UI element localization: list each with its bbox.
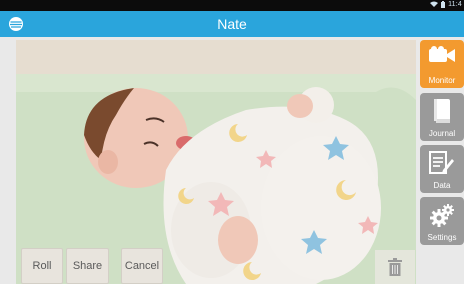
gears-icon bbox=[430, 204, 454, 227]
trash-icon bbox=[388, 258, 402, 276]
sidebar-item-label: Journal bbox=[428, 129, 456, 138]
main-content: Roll Share Cancel Monitor Journal Data S… bbox=[0, 37, 464, 284]
sidebar-item-label: Settings bbox=[427, 233, 457, 242]
sidebar-item-settings[interactable]: Settings bbox=[420, 197, 464, 245]
video-camera-icon bbox=[429, 46, 455, 62]
sidebar-item-journal[interactable]: Journal bbox=[420, 93, 464, 141]
page-title: Nate bbox=[217, 16, 247, 32]
cancel-button[interactable]: Cancel bbox=[121, 248, 163, 284]
sidebar-item-label: Data bbox=[433, 181, 451, 190]
chart-pencil-icon bbox=[429, 151, 454, 174]
status-bar: 11:4 bbox=[0, 0, 464, 11]
battery-icon bbox=[441, 1, 446, 8]
roll-button[interactable]: Roll bbox=[21, 248, 63, 284]
book-icon bbox=[434, 99, 450, 123]
sidebar-item-label: Monitor bbox=[428, 76, 456, 85]
wifi-icon bbox=[430, 1, 439, 7]
title-bar: Nate bbox=[0, 11, 464, 37]
delete-button[interactable] bbox=[375, 250, 415, 284]
status-time: 11:4 bbox=[448, 1, 462, 8]
sidebar-item-monitor[interactable]: Monitor bbox=[420, 40, 464, 88]
share-button[interactable]: Share bbox=[66, 248, 109, 284]
sidebar-item-data[interactable]: Data bbox=[420, 145, 464, 193]
